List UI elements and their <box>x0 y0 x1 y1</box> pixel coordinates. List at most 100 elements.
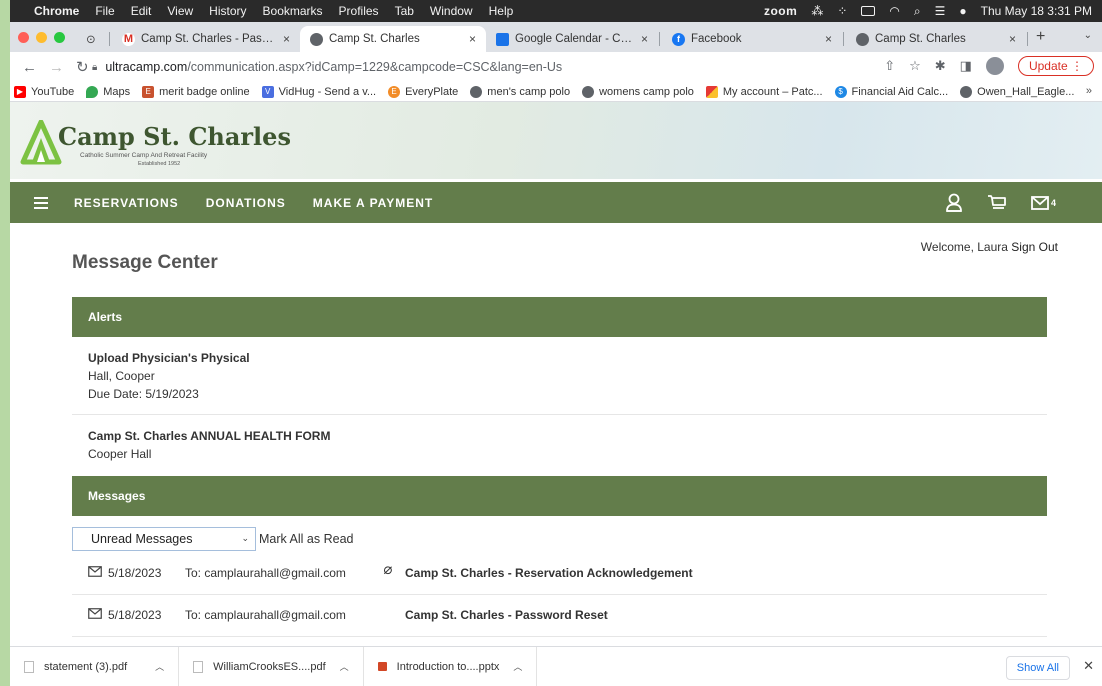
message-filter-value: Unread Messages <box>91 532 193 546</box>
mark-all-read-link[interactable]: Mark All as Read <box>259 532 353 546</box>
messages-header: Messages <box>72 476 1047 516</box>
menu-view[interactable]: View <box>167 4 193 18</box>
clock[interactable]: Thu May 18 3:31 PM <box>981 4 1092 18</box>
logo-title[interactable]: Camp St. Charles <box>58 122 291 151</box>
bookmark-my-account[interactable]: My account – Patc... <box>705 85 823 98</box>
tab-facebook[interactable]: f Facebook × <box>662 26 842 52</box>
download-item[interactable]: statement (3).pdf ︿ <box>10 646 180 686</box>
mail-button[interactable]: 4 <box>1031 195 1056 210</box>
divider <box>72 636 1047 637</box>
battery-icon[interactable] <box>861 6 876 16</box>
nav-actions: 4 <box>945 182 1056 223</box>
extensions-icon[interactable]: ✱ <box>935 58 946 74</box>
bookmark-merit-badge[interactable]: Emerit badge online <box>142 85 250 98</box>
close-tab-icon[interactable]: × <box>283 32 290 46</box>
control-center-icon[interactable]: ☰ <box>935 4 946 18</box>
siri-icon[interactable]: ● <box>959 4 966 18</box>
download-filename: Introduction to....pptx <box>396 660 500 673</box>
download-item[interactable]: Introduction to....pptx ︿ <box>364 646 538 686</box>
bookmark-financial-aid[interactable]: $ Financial Aid Calc... <box>834 85 949 98</box>
bookmark-maps[interactable]: Maps <box>86 85 130 98</box>
bookmark-label: Financial Aid Calc... <box>851 85 949 98</box>
message-subject[interactable]: Camp St. Charles - Password Reset <box>405 608 608 622</box>
chevron-up-icon[interactable]: ︿ <box>155 660 164 673</box>
bookmark-star-icon[interactable]: ☆ <box>909 58 921 74</box>
bookmark-vidhug[interactable]: V VidHug - Send a v... <box>261 85 376 98</box>
forward-icon[interactable]: → <box>49 59 64 76</box>
message-row[interactable]: 5/18/2023 To: camplaurahall@gmail.com Ca… <box>72 600 1047 630</box>
alerts-header: Alerts <box>72 297 1047 337</box>
close-tab-icon[interactable]: × <box>641 32 648 46</box>
alert-item[interactable]: Camp St. Charles ANNUAL HEALTH FORM Coop… <box>88 427 330 463</box>
download-item[interactable]: WilliamCrooksES....pdf ︿ <box>179 646 364 686</box>
new-tab-icon[interactable]: + <box>1036 28 1045 46</box>
reload-icon[interactable]: ↻ <box>76 58 89 76</box>
window-controls <box>18 32 65 43</box>
tab-list-chevron-icon[interactable]: ⌄ <box>1084 30 1092 41</box>
url-field[interactable]: 🔒︎ ultracamp.com/communication.aspx?idCa… <box>92 55 772 79</box>
close-tab-icon[interactable]: × <box>825 32 832 46</box>
alert-title[interactable]: Camp St. Charles ANNUAL HEALTH FORM <box>88 427 330 445</box>
message-filter-row: Unread Messages ⌄ Mark All as Read <box>72 527 353 551</box>
bookmark-owen-hall[interactable]: Owen_Hall_Eagle... <box>960 85 1074 98</box>
close-window-icon[interactable] <box>18 32 29 43</box>
wifi-icon[interactable]: ◠ <box>889 4 899 18</box>
menu-profiles[interactable]: Profiles <box>339 4 379 18</box>
hamburger-menu-icon[interactable] <box>34 196 48 209</box>
nav-make-a-payment[interactable]: MAKE A PAYMENT <box>313 196 433 210</box>
alert-title[interactable]: Upload Physician's Physical <box>88 349 250 367</box>
close-tab-icon[interactable]: × <box>469 32 476 46</box>
zoom-status[interactable]: zoom <box>764 4 797 18</box>
tab-search-icon[interactable]: ⊙ <box>82 26 106 52</box>
close-tab-icon[interactable]: × <box>1009 32 1016 46</box>
show-all-downloads-button[interactable]: Show All <box>1005 656 1070 680</box>
menu-edit[interactable]: Edit <box>131 4 152 18</box>
minimize-window-icon[interactable] <box>36 32 47 43</box>
menu-tab[interactable]: Tab <box>395 4 414 18</box>
tab-active[interactable]: Camp St. Charles × <box>300 26 486 52</box>
nav-donations[interactable]: DONATIONS <box>206 196 286 210</box>
tent-logo-icon[interactable] <box>20 120 62 166</box>
account-icon[interactable] <box>945 193 963 213</box>
nav-reservations[interactable]: RESERVATIONS <box>74 196 179 210</box>
bookmark-mens-polo[interactable]: men's camp polo <box>470 85 570 98</box>
envelope-icon <box>88 608 102 619</box>
chevron-up-icon[interactable]: ︿ <box>513 660 522 673</box>
lock-icon[interactable]: 🔒︎ <box>92 62 97 73</box>
paperclip-icon[interactable]: ⌀ <box>383 560 392 578</box>
tab-gmail[interactable]: M Camp St. Charles - Password R × <box>112 26 300 52</box>
update-button[interactable]: Update ⋮ <box>1017 56 1094 76</box>
bookmark-everyplate[interactable]: E EveryPlate <box>388 85 458 98</box>
downloads-shelf: statement (3).pdf ︿ WilliamCrooksES....p… <box>10 646 1102 686</box>
more-bookmarks-icon[interactable]: » <box>1086 85 1092 97</box>
menu-window[interactable]: Window <box>430 4 473 18</box>
message-row[interactable]: 5/18/2023 To: camplaurahall@gmail.com ⌀ … <box>72 558 1047 588</box>
share-icon[interactable]: ⁘ <box>837 4 847 18</box>
menu-bookmarks[interactable]: Bookmarks <box>263 4 323 18</box>
menu-file[interactable]: File <box>95 4 114 18</box>
side-panel-icon[interactable]: ◨ <box>960 58 972 74</box>
zoom-window-icon[interactable] <box>54 32 65 43</box>
my-account-icon <box>705 85 718 98</box>
spotlight-icon[interactable]: ⌕ <box>914 4 921 19</box>
chevron-up-icon[interactable]: ︿ <box>340 660 349 673</box>
tab-camp[interactable]: Camp St. Charles × <box>846 26 1026 52</box>
bookmark-youtube[interactable]: ▶ YouTube <box>14 85 74 98</box>
menu-history[interactable]: History <box>209 4 246 18</box>
menu-help[interactable]: Help <box>489 4 514 18</box>
site-header: Camp St. Charles Catholic Summer Camp An… <box>10 102 1102 179</box>
tab-calendar[interactable]: Google Calendar - Calendar se × <box>486 26 658 52</box>
dropbox-icon[interactable]: ⁂ <box>811 4 823 18</box>
bookmark-womens-polo[interactable]: womens camp polo <box>582 85 694 98</box>
message-subject[interactable]: Camp St. Charles - Reservation Acknowled… <box>405 566 693 580</box>
file-icon <box>193 660 204 673</box>
back-icon[interactable]: ← <box>22 59 37 76</box>
alert-item[interactable]: Upload Physician's Physical Hall, Cooper… <box>88 349 250 403</box>
cart-icon[interactable] <box>987 194 1007 212</box>
menu-app-name[interactable]: Chrome <box>34 4 79 18</box>
profile-avatar[interactable] <box>985 57 1004 75</box>
message-filter-select[interactable]: Unread Messages ⌄ <box>72 527 256 551</box>
share-page-icon[interactable]: ⇧ <box>884 58 895 74</box>
close-icon[interactable]: ✕ <box>1083 658 1094 674</box>
sign-out-link[interactable]: Sign Out <box>1011 240 1058 254</box>
